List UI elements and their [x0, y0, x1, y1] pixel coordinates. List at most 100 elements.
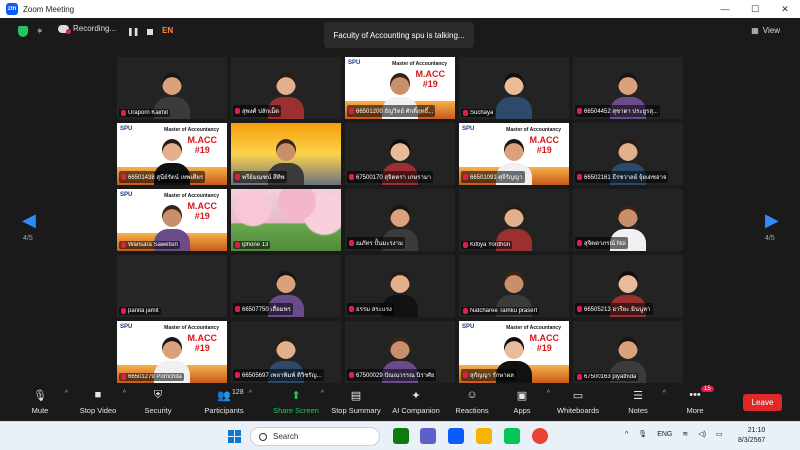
slide-program: Master of Accountancy	[164, 193, 219, 199]
tray-mic-icon[interactable]: 🎙	[638, 430, 647, 438]
share-options-caret-icon[interactable]: ^	[321, 390, 324, 397]
participant-nameplate: 66501279 Pornchita	[119, 373, 184, 381]
more-button[interactable]: ••• 15 More	[665, 386, 725, 415]
participant-nameplate: 66501438 สุนีย์รัตน์ เทพเศียร	[119, 171, 206, 183]
participant-tile[interactable]: 66505697 เพลาพิมพ์ ติวิชรัญ...	[231, 321, 341, 383]
leave-button[interactable]: Leave	[743, 394, 782, 411]
slide-school: SPU	[462, 324, 475, 330]
participants-button[interactable]: 👥 128 Participants ^	[194, 388, 254, 415]
tray-expand-icon[interactable]: ^	[625, 431, 628, 438]
participant-tile[interactable]: 66505213 ฮารียะ มินนูหา	[573, 255, 683, 317]
muted-mic-icon	[577, 240, 582, 246]
participant-tile[interactable]: Uraporn Kaimit	[117, 57, 227, 119]
next-page-arrow-icon[interactable]: ▶	[765, 210, 779, 231]
participant-tile[interactable]: iphone 13	[231, 189, 341, 251]
apps-button[interactable]: ▣ Apps ^	[492, 388, 552, 416]
muted-mic-icon	[349, 240, 354, 246]
video-options-caret-icon[interactable]: ^	[123, 390, 126, 397]
close-button[interactable]: ✕	[770, 0, 800, 18]
network-icon[interactable]: ✶	[36, 26, 44, 37]
participant-tile[interactable]: 67500029 ปัณณวรรณ นิราศัย	[345, 321, 455, 383]
view-label: View	[762, 26, 780, 35]
participants-options-caret-icon[interactable]: ^	[249, 390, 252, 397]
stop-recording-icon[interactable]	[147, 29, 153, 35]
more-badge: 15	[701, 386, 714, 392]
stop-video-button[interactable]: ■ Stop Video ^	[68, 388, 128, 415]
wifi-icon[interactable]: ≋	[682, 430, 688, 438]
maximize-button[interactable]: ☐	[740, 0, 770, 18]
edge-browser-icon[interactable]	[393, 428, 409, 444]
muted-mic-icon	[463, 372, 468, 378]
participant-nameplate: panita jamit	[119, 307, 161, 315]
participant-nameplate: Natcharee Tamku prasert	[461, 307, 540, 315]
participant-name: Natcharee Tamku prasert	[470, 308, 538, 314]
windows-start-icon[interactable]	[228, 430, 241, 443]
ai-companion-button[interactable]: ✦ AI Companion	[386, 388, 446, 416]
participant-tile[interactable]: 66507750 เสื่อมพร	[231, 255, 341, 317]
participant-tile[interactable]: 66504452 สุชาดา ประยูรสุ...	[573, 57, 683, 119]
participants-count: 128	[232, 389, 244, 396]
volume-icon[interactable]: ◁)	[698, 430, 706, 438]
clock-date: 8/3/2567	[738, 437, 766, 444]
language-indicator[interactable]: EN	[162, 26, 173, 35]
participant-tile[interactable]: สุพงศ์ ปลักเม็ด	[231, 57, 341, 119]
view-button[interactable]: ▦ View	[751, 26, 780, 35]
clock-time: 21:10	[747, 427, 766, 434]
slide-program: Master of Accountancy	[506, 325, 561, 331]
minimize-button[interactable]: —	[710, 0, 740, 18]
recording-indicator[interactable]: Recording...	[58, 24, 116, 34]
participant-tile[interactable]: SPU Master of Accountancy M.ACC #19 66501200…	[345, 57, 455, 119]
previous-page-arrow-icon[interactable]: ◀	[22, 210, 36, 231]
battery-icon[interactable]: ▭	[716, 430, 723, 438]
participant-tile[interactable]: SPU Master of Accountancy M.ACC #19 66501279…	[117, 321, 227, 383]
zoom-logo-icon: zm	[6, 3, 18, 15]
security-shield-icon[interactable]	[18, 26, 28, 37]
participant-name: 66501200 ธัญวิทย์ ศักดิ์ฤทธิ์...	[356, 109, 434, 115]
page-indicator-left: 4/5	[23, 235, 33, 242]
slide-code: M.ACC #19	[187, 201, 218, 221]
participant-tile[interactable]: Suchaya	[459, 57, 569, 119]
whiteboards-button[interactable]: ▭ Whiteboards	[548, 388, 608, 416]
participant-tile[interactable]: panita jamit	[117, 255, 227, 317]
participant-name: 66502161 ธีรชวาลย์ จุ้ยเดชอาจ	[584, 175, 667, 181]
muted-mic-icon	[463, 110, 468, 116]
pause-recording-icon[interactable]: ❚❚	[127, 27, 139, 36]
participant-nameplate: สุกัญญา รักษาผล	[461, 369, 516, 381]
security-button[interactable]: ⛨ Security	[128, 388, 188, 416]
smiley-icon: ☺	[466, 389, 478, 401]
chrome-icon[interactable]	[532, 428, 548, 444]
stop-summary-button[interactable]: ▤ Stop Summary	[326, 388, 386, 416]
notes-button[interactable]: ☰ Notes ^	[608, 388, 668, 416]
zoom-app-icon[interactable]	[448, 428, 464, 444]
taskbar-search[interactable]: Search	[250, 427, 380, 446]
participant-tile[interactable]: 67500170 สุจิตตรา เกษรามา	[345, 123, 455, 185]
mute-button[interactable]: 🎙 Mute ^	[10, 388, 70, 416]
microphone-icon: 🎙	[33, 389, 47, 402]
input-language[interactable]: ENG	[657, 431, 672, 438]
participant-tile[interactable]: สุจิตตาภรณ์ Noi	[573, 189, 683, 251]
file-explorer-icon[interactable]	[476, 428, 492, 444]
participant-name: Warisara Sawetsin	[128, 242, 178, 248]
more-dots-icon: •••	[689, 389, 701, 401]
search-icon	[259, 432, 267, 441]
participant-tile[interactable]: SPU Master of Accountancy M.ACC #19 66501091…	[459, 123, 569, 185]
participant-tile[interactable]: 66502161 ธีรชวาลย์ จุ้ยเดชอาจ	[573, 123, 683, 185]
participant-tile[interactable]: Natcharee Tamku prasert	[459, 255, 569, 317]
line-app-icon[interactable]	[504, 428, 520, 444]
participant-tile[interactable]: SPU Master of Accountancy M.ACC #19 Warisara…	[117, 189, 227, 251]
participant-tile[interactable]: SPU Master of Accountancy M.ACC #19 66501438…	[117, 123, 227, 185]
participant-tile[interactable]: Kittiya Yordhon	[459, 189, 569, 251]
participant-name: พรีย์มณฑน์ สีทิพ	[242, 175, 285, 181]
participant-tile[interactable]: 67500163 piyathida	[573, 321, 683, 383]
participant-tile[interactable]: พรีย์มณฑน์ สีทิพ	[231, 123, 341, 185]
muted-mic-icon	[463, 308, 468, 314]
participant-name: 67500029 ปัณณวรรณ นิราศัย	[356, 373, 435, 379]
slide-program: Master of Accountancy	[506, 127, 561, 133]
muted-mic-icon	[121, 308, 126, 314]
participant-tile[interactable]: ธรรม สระแรง	[345, 255, 455, 317]
share-screen-button[interactable]: ⬆ Share Screen ^	[266, 388, 326, 416]
participant-tile[interactable]: SPU Master of Accountancy M.ACC #19 สุกัญญา …	[459, 321, 569, 383]
teams-icon[interactable]	[420, 428, 436, 444]
participant-tile[interactable]: ณภัทร ปั้นมะรงาม	[345, 189, 455, 251]
taskbar-clock[interactable]: 21:10 8/3/2567	[738, 426, 765, 446]
